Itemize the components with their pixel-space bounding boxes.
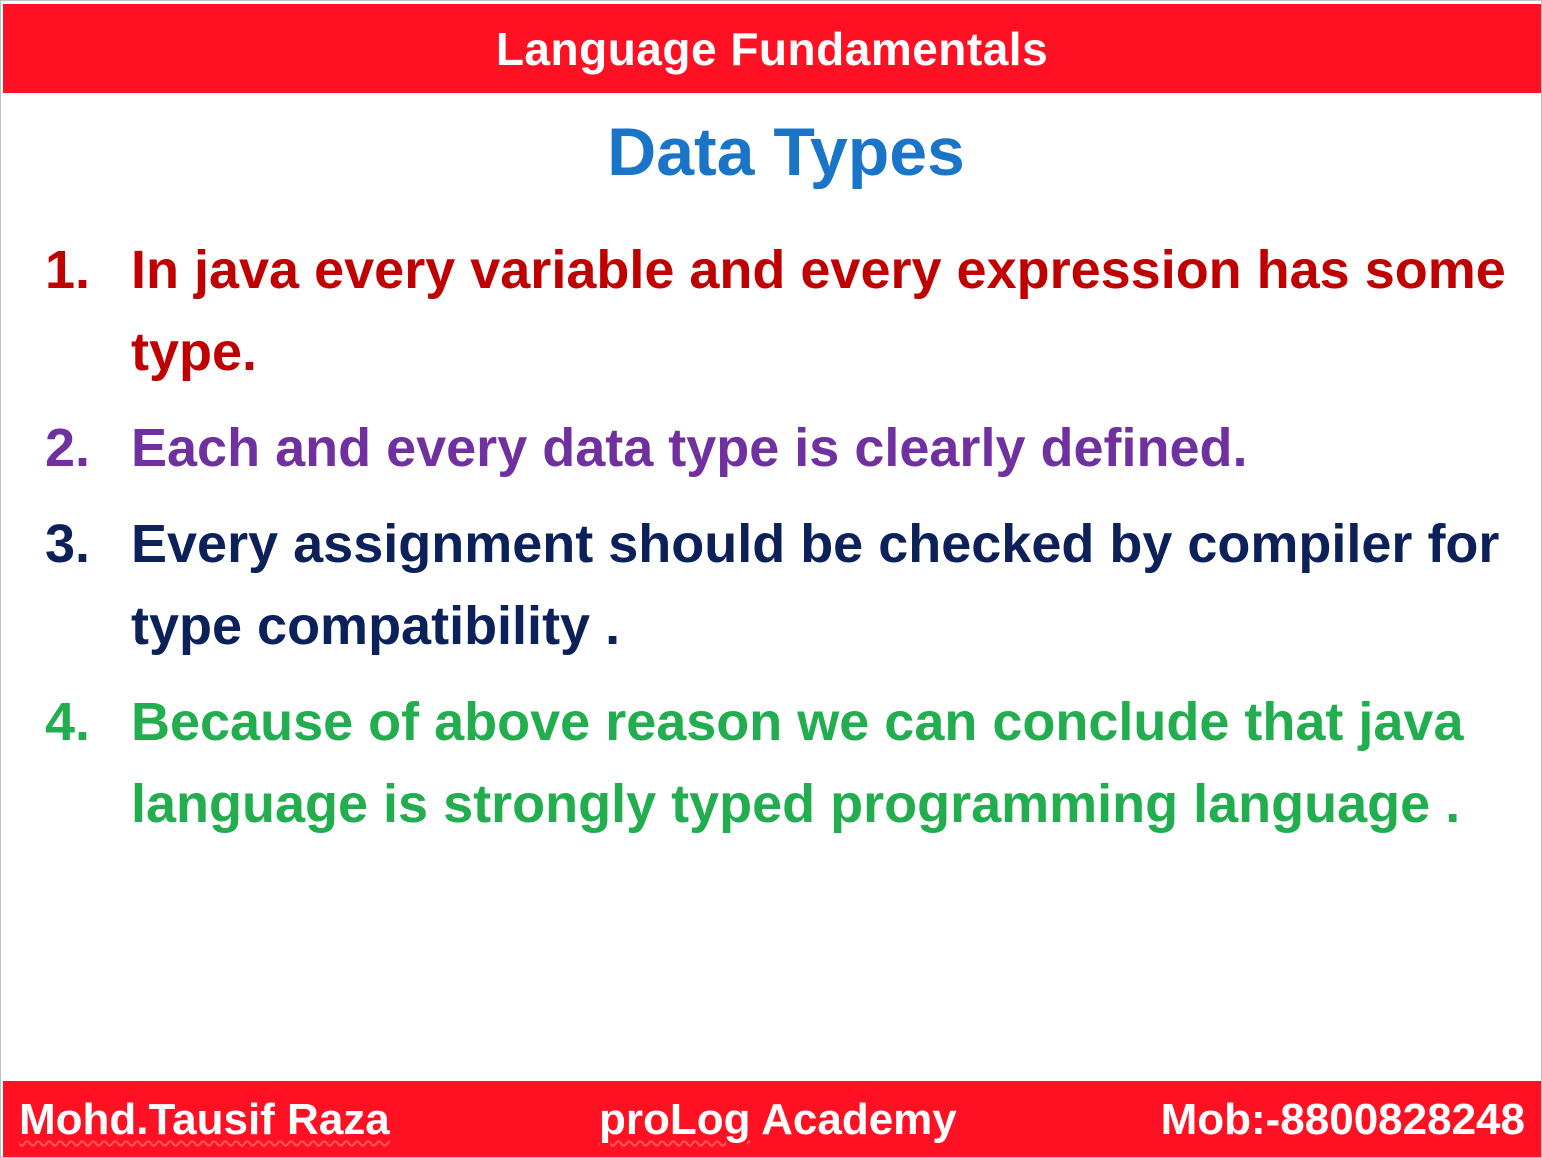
point-text: Because of above reason we can conclude … <box>131 692 1464 834</box>
list-item: 4. Because of above reason we can conclu… <box>45 681 1525 845</box>
header-bar: Language Fundamentals <box>3 4 1541 93</box>
point-text: Each and every data type is clearly defi… <box>131 418 1248 478</box>
list-item: 1. In java every variable and every expr… <box>45 229 1525 393</box>
point-text: Every assignment should be checked by co… <box>131 514 1500 656</box>
footer-phone: Mob:-8800828248 <box>1160 1095 1525 1144</box>
footer-academy-suffix: Academy <box>750 1095 957 1144</box>
point-text: In java every variable and every express… <box>131 240 1506 382</box>
list-item: 2. Each and every data type is clearly d… <box>45 407 1525 489</box>
slide-title: Data Types <box>607 114 965 190</box>
point-number: 3. <box>45 514 91 574</box>
header-title: Language Fundamentals <box>495 22 1049 75</box>
slide: Language Fundamentals Data Types 1. In j… <box>0 0 1542 1158</box>
points-list: 1. In java every variable and every expr… <box>45 229 1525 859</box>
footer-author: Mohd.Tausif Raza <box>19 1095 390 1144</box>
point-number: 1. <box>45 240 91 300</box>
list-item: 3. Every assignment should be checked by… <box>45 503 1525 667</box>
point-number: 4. <box>45 692 91 752</box>
point-number: 2. <box>45 418 91 478</box>
footer-academy-prefix: proLog <box>599 1095 751 1144</box>
footer-academy: proLog Academy <box>599 1095 957 1145</box>
footer-bar: Mohd.Tausif Raza proLog Academy Mob:-880… <box>3 1081 1541 1157</box>
